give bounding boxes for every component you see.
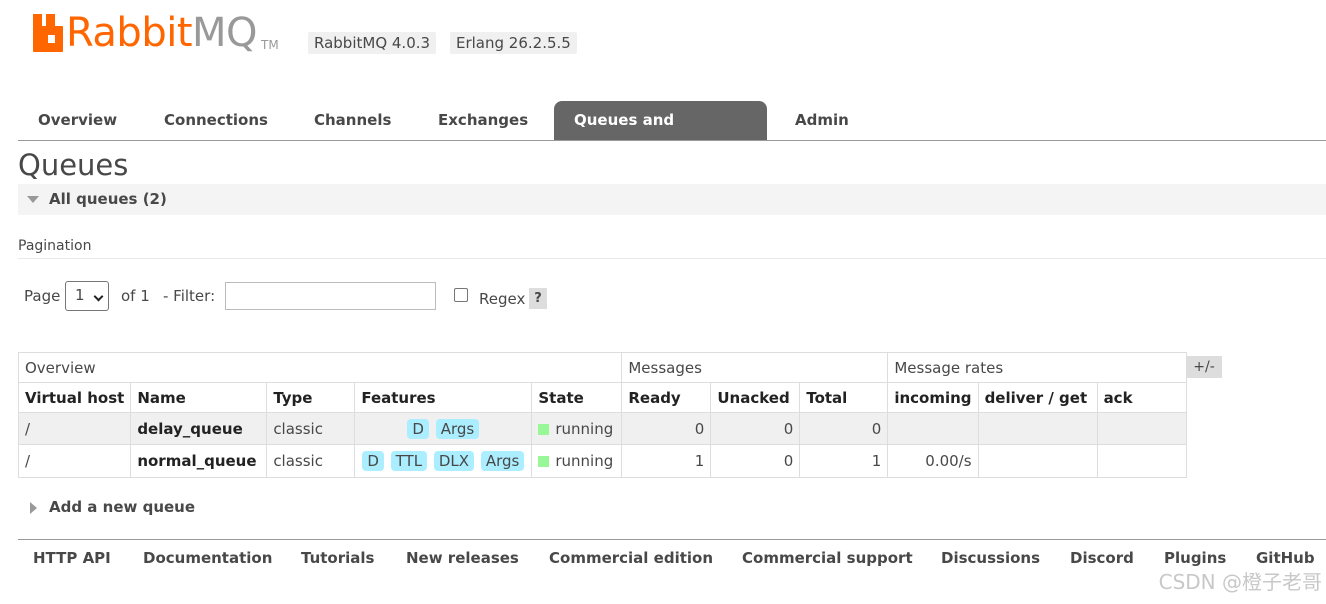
expand-triangle-icon — [30, 502, 37, 514]
pagination-heading: Pagination — [18, 238, 92, 254]
queues-table: Overview Messages Message rates Virtual … — [17, 352, 1187, 478]
column-header-name[interactable]: Name — [130, 382, 268, 413]
footer-link-plugins[interactable]: Plugins — [1164, 549, 1226, 567]
queue-link-delay-queue[interactable]: delay_queue — [130, 412, 268, 445]
cell-type: classic — [266, 444, 356, 478]
regex-checkbox[interactable] — [454, 288, 468, 302]
footer-link-http-api[interactable]: HTTP API — [33, 549, 111, 567]
cell-vhost: / — [17, 444, 132, 478]
all-queues-section-toggle[interactable]: All queues (2) — [18, 184, 1326, 215]
cell-type: classic — [266, 412, 356, 445]
feature-badge-args[interactable]: Args — [480, 451, 525, 471]
column-header-unacked[interactable]: Unacked — [710, 382, 801, 413]
cell-features: D Args — [354, 412, 533, 445]
filter-input[interactable] — [225, 282, 436, 310]
cell-deliver-get — [977, 444, 1098, 478]
column-header-features[interactable]: Features — [354, 382, 533, 413]
column-header-virtual-host[interactable]: Virtual host — [17, 382, 132, 413]
footer-link-commercial-edition[interactable]: Commercial edition — [549, 549, 713, 567]
footer-link-github[interactable]: GitHub — [1256, 549, 1315, 567]
table-row: / delay_queue classic D Args running 0 0… — [17, 412, 1187, 445]
tab-queues-and-streams[interactable]: Queues and Streams — [554, 101, 767, 168]
column-header-type[interactable]: Type — [266, 382, 356, 413]
header: RabbitMQ TM RabbitMQ 4.0.3 Erlang 26.2.5… — [30, 10, 830, 60]
filter-label: - Filter: — [163, 287, 216, 305]
column-header-total[interactable]: Total — [799, 382, 889, 413]
rabbitmq-version-badge: RabbitMQ 4.0.3 — [308, 32, 437, 54]
tab-exchanges[interactable]: Exchanges — [418, 101, 548, 140]
regex-help-button[interactable]: ? — [529, 288, 547, 309]
cell-state: running — [531, 412, 623, 445]
footer-link-discord[interactable]: Discord — [1070, 549, 1134, 567]
column-header-incoming[interactable]: incoming — [887, 382, 979, 413]
cell-vhost: / — [17, 412, 132, 445]
logo-text: RabbitMQ — [66, 10, 258, 56]
rabbit-logo-icon — [30, 14, 64, 52]
footer-link-tutorials[interactable]: Tutorials — [301, 549, 374, 567]
cell-incoming: 0.00/s — [887, 444, 979, 478]
group-header-message-rates: Message rates — [887, 352, 1187, 383]
column-header-ready[interactable]: Ready — [621, 382, 712, 413]
page-count-label: of 1 — [121, 287, 150, 305]
column-header-state[interactable]: State — [531, 382, 623, 413]
footer-link-new-releases[interactable]: New releases — [406, 549, 519, 567]
tab-channels[interactable]: Channels — [294, 101, 411, 140]
cell-ready: 1 — [621, 444, 712, 478]
cell-features: D TTL DLX Args — [354, 444, 533, 478]
toggle-columns-button[interactable]: +/- — [1186, 356, 1222, 378]
rabbitmq-logo[interactable]: RabbitMQ TM — [30, 10, 279, 56]
logo-trademark: TM — [261, 38, 279, 52]
tab-overview[interactable]: Overview — [18, 101, 137, 140]
main-nav-tabs: Overview Connections Channels Exchanges … — [18, 101, 1326, 168]
footer-link-discussions[interactable]: Discussions — [941, 549, 1040, 567]
feature-badge-dlx: DLX — [433, 451, 475, 471]
add-new-queue-label: Add a new queue — [49, 498, 196, 516]
running-status-icon — [538, 423, 550, 435]
running-status-icon — [538, 456, 550, 467]
cell-ready: 0 — [621, 412, 712, 445]
group-header-overview: Overview — [17, 352, 623, 383]
cell-unacked: 0 — [710, 412, 801, 445]
cell-ack — [1096, 444, 1187, 478]
tab-connections[interactable]: Connections — [144, 101, 288, 140]
page-select[interactable]: 1 — [65, 281, 109, 311]
cell-ack — [1096, 412, 1187, 445]
queue-link-normal-queue[interactable]: normal_queue — [130, 444, 268, 478]
column-header-ack[interactable]: ack — [1096, 382, 1187, 413]
cell-total: 0 — [799, 412, 889, 445]
chevron-down-icon — [93, 291, 104, 302]
tab-admin[interactable]: Admin — [775, 101, 869, 140]
footer-divider — [18, 539, 1326, 540]
cell-state: running — [531, 444, 623, 478]
divider — [18, 258, 1326, 259]
column-header-deliver-get[interactable]: deliver / get — [977, 382, 1098, 413]
group-header-messages: Messages — [621, 352, 889, 383]
page-title: Queues — [18, 148, 129, 182]
feature-badge-durable: D — [407, 418, 429, 439]
erlang-version-badge: Erlang 26.2.5.5 — [450, 32, 577, 54]
cell-deliver-get — [977, 412, 1098, 445]
page-label: Page — [24, 287, 61, 305]
cell-total: 1 — [799, 444, 889, 478]
footer-link-documentation[interactable]: Documentation — [143, 549, 272, 567]
feature-badge-ttl: TTL — [390, 451, 428, 471]
section-title: All queues (2) — [49, 190, 167, 208]
cell-incoming — [887, 412, 979, 445]
cell-unacked: 0 — [710, 444, 801, 478]
table-row: / normal_queue classic D TTL DLX Args ru… — [17, 444, 1187, 478]
collapse-triangle-icon — [27, 196, 39, 203]
watermark: CSDN @橙子老哥 — [1158, 570, 1322, 594]
regex-label: Regex — [479, 290, 526, 308]
feature-badge-durable: D — [362, 451, 384, 471]
feature-badge-args[interactable]: Args — [435, 418, 480, 439]
page-select-value: 1 — [75, 286, 85, 304]
footer-link-commercial-support[interactable]: Commercial support — [742, 549, 913, 567]
